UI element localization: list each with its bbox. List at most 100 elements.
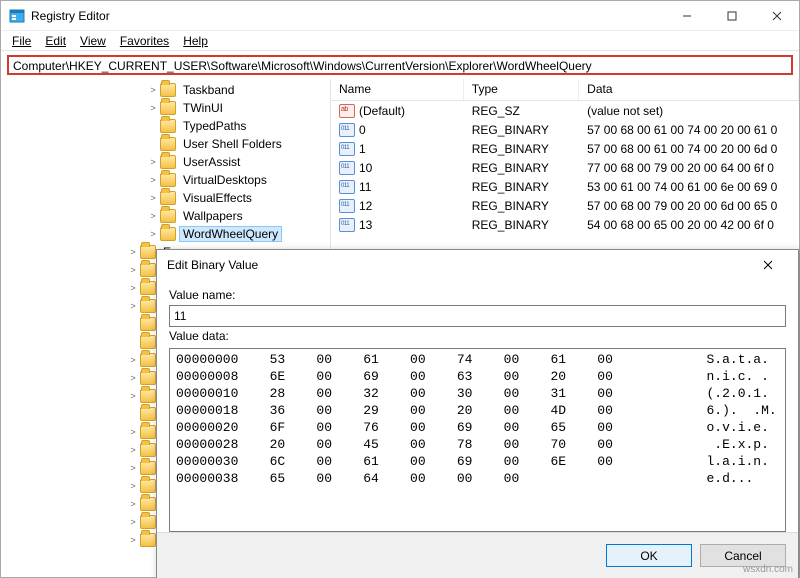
value-data: 57 00 68 00 79 00 20 00 6d 00 65 0	[579, 199, 799, 213]
menu-help[interactable]: Help	[176, 34, 215, 48]
value-data: 54 00 68 00 65 00 20 00 42 00 6f 0	[579, 218, 799, 232]
tree-caret-icon[interactable]: >	[147, 157, 159, 167]
value-name: 11	[359, 180, 371, 194]
value-type: REG_BINARY	[464, 142, 579, 156]
ok-button[interactable]: OK	[606, 544, 692, 567]
value-type: REG_BINARY	[464, 161, 579, 175]
window-title: Registry Editor	[31, 9, 110, 23]
tree-caret-icon[interactable]: >	[127, 391, 139, 401]
tree-item[interactable]: > Wallpapers	[1, 207, 330, 225]
valuedata-hex-editor[interactable]: 00000000 53 00 61 00 74 00 61 00 S.a.t.a…	[169, 348, 786, 532]
value-type: REG_BINARY	[464, 218, 579, 232]
menu-file[interactable]: File	[5, 34, 38, 48]
folder-icon	[140, 515, 156, 529]
tree-item-label: TypedPaths	[180, 119, 249, 133]
tree-caret-icon[interactable]: >	[147, 85, 159, 95]
dialog-close-button[interactable]	[748, 250, 788, 280]
menu-edit[interactable]: Edit	[38, 34, 73, 48]
minimize-button[interactable]	[664, 1, 709, 31]
list-row[interactable]: 0 REG_BINARY57 00 68 00 61 00 74 00 20 00…	[331, 120, 799, 139]
tree-caret-icon[interactable]: >	[127, 517, 139, 527]
value-name: 0	[359, 123, 366, 137]
tree-item-label: UserAssist	[180, 155, 243, 169]
value-icon	[339, 218, 355, 232]
folder-icon	[140, 317, 156, 331]
list-header[interactable]: Name Type Data	[331, 79, 799, 101]
tree-caret-icon[interactable]: >	[127, 283, 139, 293]
menubar: File Edit View Favorites Help	[1, 31, 799, 51]
value-icon	[339, 199, 355, 213]
tree-caret-icon[interactable]: >	[127, 499, 139, 509]
list-row[interactable]: 10REG_BINARY77 00 68 00 79 00 20 00 64 0…	[331, 158, 799, 177]
value-type: REG_BINARY	[464, 199, 579, 213]
value-data: 77 00 68 00 79 00 20 00 64 00 6f 0	[579, 161, 799, 175]
watermark: wsxdn.com	[743, 564, 793, 575]
value-icon	[339, 161, 355, 175]
tree-item[interactable]: >VisualEffects	[1, 189, 330, 207]
maximize-button[interactable]	[709, 1, 754, 31]
folder-icon	[140, 245, 156, 259]
value-type: REG_BINARY	[464, 123, 579, 137]
tree-item[interactable]: > TWinUI	[1, 99, 330, 117]
edit-binary-dialog: Edit Binary Value Value name: Value data…	[156, 249, 799, 578]
tree-item[interactable]: TypedPaths	[1, 117, 330, 135]
regedit-window: Registry Editor File Edit View Favorites…	[0, 0, 800, 578]
folder-icon	[140, 497, 156, 511]
tree-item-label: TWinUI	[180, 101, 226, 115]
folder-icon	[160, 101, 176, 115]
list-row[interactable]: 12REG_BINARY57 00 68 00 79 00 20 00 6d 0…	[331, 196, 799, 215]
value-icon	[339, 180, 355, 194]
tree-item[interactable]: > WordWheelQuery	[1, 225, 330, 243]
tree-caret-icon[interactable]: >	[127, 301, 139, 311]
col-data[interactable]: Data	[579, 79, 799, 100]
tree-item[interactable]: > Taskband	[1, 81, 330, 99]
col-name[interactable]: Name	[331, 79, 464, 100]
tree-item[interactable]: > UserAssist	[1, 153, 330, 171]
tree-caret-icon[interactable]: >	[127, 463, 139, 473]
close-button[interactable]	[754, 1, 799, 31]
list-row[interactable]: 1REG_BINARY57 00 68 00 61 00 74 00 20 00…	[331, 139, 799, 158]
folder-icon	[140, 479, 156, 493]
tree-caret-icon[interactable]: >	[127, 427, 139, 437]
tree-caret-icon[interactable]: >	[147, 103, 159, 113]
folder-icon	[140, 407, 156, 421]
list-row[interactable]: 11 REG_BINARY53 00 61 00 74 00 61 00 6e 0…	[331, 177, 799, 196]
valuename-input[interactable]	[169, 305, 786, 327]
list-row[interactable]: (Default)REG_SZ(value not set)	[331, 101, 799, 120]
list-rows[interactable]: (Default)REG_SZ(value not set) 0 REG_BINAR…	[331, 101, 799, 234]
folder-icon	[160, 191, 176, 205]
tree-caret-icon[interactable]: >	[127, 247, 139, 257]
tree-item-label: Taskband	[180, 83, 237, 97]
tree-caret-icon[interactable]: >	[127, 265, 139, 275]
value-data: 57 00 68 00 61 00 74 00 20 00 61 0	[579, 123, 799, 137]
value-type: REG_BINARY	[464, 180, 579, 194]
tree-caret-icon[interactable]: >	[127, 355, 139, 365]
value-data: 53 00 61 00 74 00 61 00 6e 00 69 0	[579, 180, 799, 194]
tree-caret-icon[interactable]: >	[147, 211, 159, 221]
folder-icon	[140, 281, 156, 295]
tree-caret-icon[interactable]: >	[127, 445, 139, 455]
list-row[interactable]: 13REG_BINARY54 00 68 00 65 00 20 00 42 0…	[331, 215, 799, 234]
tree-caret-icon[interactable]: >	[127, 373, 139, 383]
col-type[interactable]: Type	[464, 79, 579, 100]
tree-caret-icon[interactable]: >	[127, 481, 139, 491]
folder-icon	[140, 389, 156, 403]
folder-icon	[140, 353, 156, 367]
tree-caret-icon[interactable]: >	[147, 193, 159, 203]
tree-item[interactable]: >VirtualDesktops	[1, 171, 330, 189]
value-icon	[339, 123, 355, 137]
menu-view[interactable]: View	[73, 34, 113, 48]
tree-caret-icon[interactable]: >	[127, 535, 139, 545]
folder-icon	[140, 533, 156, 547]
tree-item-label: Wallpapers	[180, 209, 246, 223]
tree-caret-icon[interactable]: >	[147, 175, 159, 185]
valuename-label: Value name:	[169, 288, 786, 302]
value-icon	[339, 142, 355, 156]
tree-item[interactable]: User Shell Folders	[1, 135, 330, 153]
tree-item-label: User Shell Folders	[180, 137, 285, 151]
address-bar[interactable]: Computer\HKEY_CURRENT_USER\Software\Micr…	[7, 55, 793, 75]
menu-favorites[interactable]: Favorites	[113, 34, 176, 48]
folder-icon	[160, 137, 176, 151]
tree-item-label: WordWheelQuery	[180, 227, 281, 241]
tree-caret-icon[interactable]: >	[147, 229, 159, 239]
